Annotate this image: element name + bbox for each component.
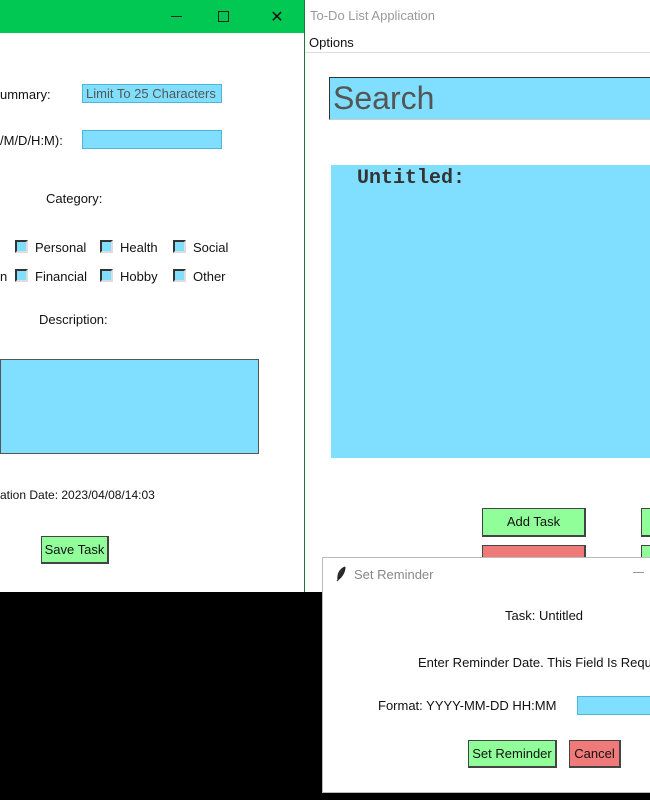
reminder-titlebar[interactable]: Set Reminder	[323, 558, 650, 590]
minimize-icon	[171, 16, 182, 17]
maximize-button[interactable]	[198, 0, 250, 33]
task-title: Untitled:	[357, 167, 466, 190]
summary-input[interactable]: Limit To 25 Characters	[82, 84, 222, 103]
category-hobby-checkbox[interactable]	[100, 269, 113, 282]
task-view-panel: Untitled:	[331, 165, 650, 458]
task-editor-titlebar[interactable]: ✕	[0, 0, 304, 33]
task-editor-window: ✕ ummary: Limit To 25 Characters /M/D/H:…	[0, 0, 305, 592]
summary-label: ummary:	[0, 87, 51, 102]
category-health-label: Health	[120, 240, 158, 255]
search-input[interactable]: Search	[329, 77, 650, 120]
main-window: To-Do List Application Options Search Un…	[305, 0, 650, 592]
category-other-label: Other	[193, 269, 226, 284]
cancel-button[interactable]: Cancel	[569, 740, 621, 768]
save-task-button[interactable]: Save Task	[41, 536, 109, 564]
close-icon: ✕	[270, 7, 284, 26]
reminder-task-line: Task: Untitled	[505, 608, 584, 623]
category-financial-checkbox[interactable]	[15, 269, 28, 282]
category-personal-label: Personal	[35, 240, 87, 255]
close-button[interactable]: ✕	[251, 0, 303, 33]
category-social-label: Social	[193, 240, 229, 255]
category-health-checkbox[interactable]	[100, 240, 113, 253]
second-action-button[interactable]	[641, 508, 650, 537]
minimize-button[interactable]	[150, 0, 202, 33]
reminder-title: Set Reminder	[354, 567, 434, 582]
category-cut-label: n	[0, 269, 8, 284]
category-hobby-label: Hobby	[120, 269, 158, 284]
set-reminder-button[interactable]: Set Reminder	[468, 740, 557, 768]
reminder-date-input[interactable]	[577, 696, 650, 715]
reminder-format-label: Format: YYYY-MM-DD HH:MM	[378, 698, 557, 713]
description-textarea[interactable]	[0, 359, 259, 454]
due-date-label: /M/D/H:M):	[0, 133, 63, 148]
add-task-button[interactable]: Add Task	[482, 508, 586, 537]
category-other-checkbox[interactable]	[173, 269, 186, 282]
menu-options[interactable]: Options	[309, 35, 354, 50]
reminder-instruction: Enter Reminder Date. This Field Is Requi…	[418, 655, 650, 670]
category-financial-label: Financial	[35, 269, 88, 284]
minimize-icon[interactable]	[633, 572, 644, 573]
category-social-checkbox[interactable]	[173, 240, 186, 253]
maximize-icon	[218, 11, 229, 22]
category-personal-checkbox[interactable]	[15, 240, 28, 253]
reminder-dialog: Set Reminder Task: Untitled Enter Remind…	[322, 557, 650, 793]
due-date-input[interactable]	[82, 130, 222, 149]
creation-date: ation Date: 2023/04/08/14:03	[0, 488, 155, 502]
menu-bar: Options	[305, 32, 650, 53]
description-label: Description:	[39, 312, 108, 327]
window-title: To-Do List Application	[310, 8, 436, 23]
category-label: Category:	[46, 191, 103, 206]
feather-icon	[336, 566, 346, 582]
